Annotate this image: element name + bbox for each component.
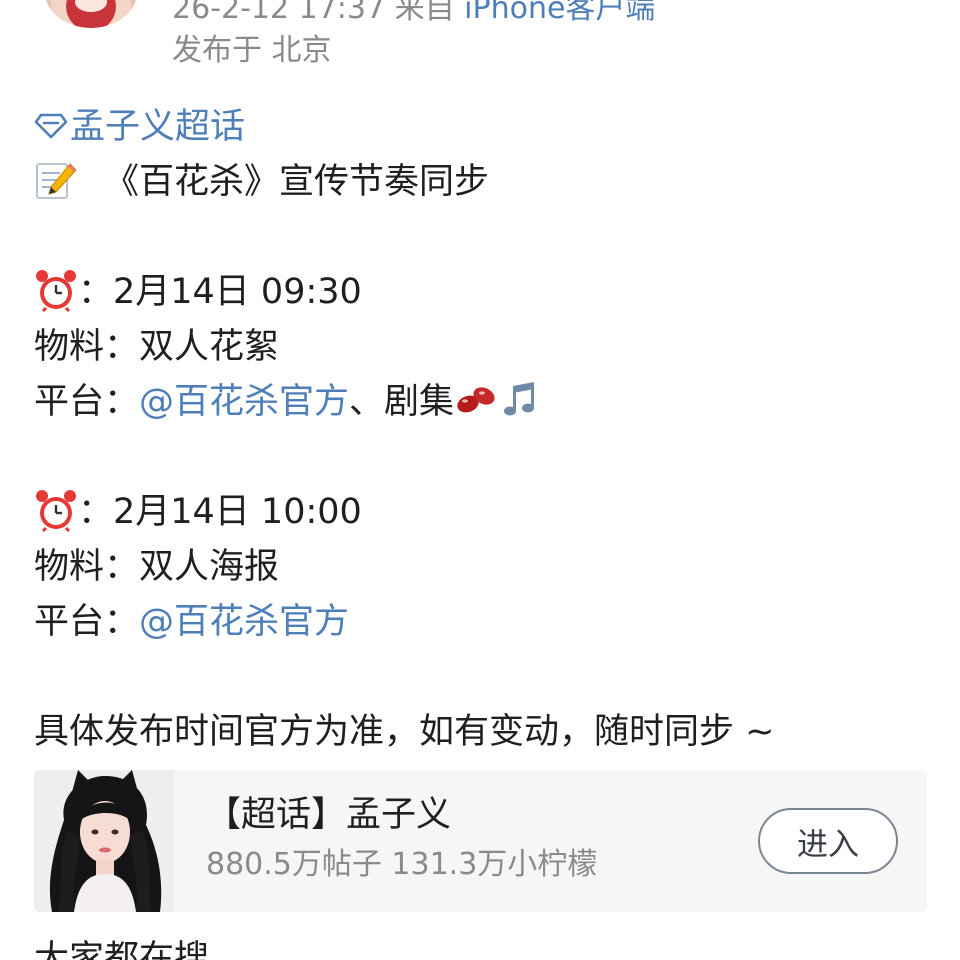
schedule-1-platform: 平台：@百花杀官方、剧集 (34, 375, 934, 430)
diamond-icon (34, 113, 68, 139)
avatar-face (75, 0, 107, 12)
schedule-2-time-text: ：2月14日 10:00 (78, 492, 362, 532)
supertopic-link[interactable]: 孟子义超话 (34, 107, 245, 147)
post-note: 具体发布时间官方为准，如有变动，随时同步 ~ (34, 712, 775, 752)
memo-icon (36, 163, 77, 199)
alarm-clock-icon (36, 270, 76, 312)
supertopic-label: 孟子义超话 (70, 107, 246, 147)
related-searches-heading: 大家都在搜 (34, 939, 210, 960)
enter-button[interactable]: 进入 (758, 808, 898, 874)
red-bean-icon (457, 387, 495, 413)
supertopic-title: 【超话】孟子义 (206, 795, 452, 835)
platform-label: 平台： (34, 382, 140, 422)
post-location: 发布于 北京 (172, 33, 332, 68)
alarm-clock-icon (36, 490, 76, 532)
music-note-icon (504, 382, 535, 416)
post-content: 孟子义超话 《百花杀》宣传节奏同步 ：2月14日 09:30 物料：双人花絮 平… (34, 100, 934, 760)
mention-link[interactable]: @百花杀官方 (139, 382, 349, 422)
platform-label: 平台： (34, 602, 140, 642)
topic-line: 孟子义超话 (34, 100, 934, 155)
schedule-1-material: 物料：双人花絮 (34, 327, 280, 367)
supertopic-stats: 880.5万帖子 131.3万小柠檬 (206, 847, 598, 882)
memo-text: 《百花杀》宣传节奏同步 (104, 162, 490, 202)
schedule-2-platform: 平台：@百花杀官方 (34, 595, 934, 650)
client-link[interactable]: iPhone客户端 (464, 0, 655, 26)
mention-link[interactable]: @百花杀官方 (139, 602, 349, 642)
schedule-1-time-text: ：2月14日 09:30 (78, 272, 362, 312)
portrait-image (34, 770, 174, 912)
post-time-source: 26-2-12 17:37 来自 iPhone客户端 (172, 0, 655, 24)
supertopic-thumbnail (34, 770, 174, 912)
post-time: 26-2-12 17:37 来自 (172, 0, 465, 26)
schedule-2-material: 物料：双人海报 (34, 547, 280, 587)
schedule-1-time: ：2月14日 09:30 (34, 265, 934, 320)
supertopic-card[interactable]: 【超话】孟子义 880.5万帖子 131.3万小柠檬 进入 (34, 770, 927, 912)
schedule-2-time: ：2月14日 10:00 (34, 485, 934, 540)
author-avatar[interactable] (45, 0, 137, 28)
memo-line: 《百花杀》宣传节奏同步 (34, 155, 934, 210)
platform-suffix: 、剧集 (349, 382, 455, 422)
